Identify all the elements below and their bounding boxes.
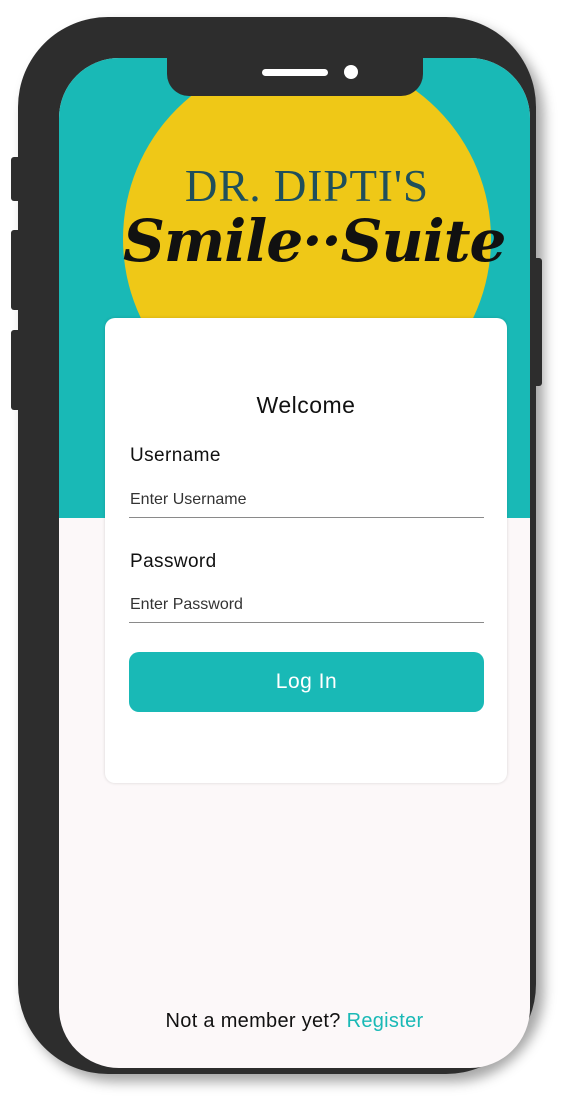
camera-icon <box>344 65 358 79</box>
login-button[interactable]: Log In <box>129 652 484 712</box>
signup-prompt: Not a member yet? Register <box>59 1010 530 1033</box>
logo-title: DR. DIPTI'S <box>184 161 430 211</box>
speaker-icon <box>262 69 328 76</box>
username-label: Username <box>130 445 221 466</box>
password-input[interactable] <box>129 588 484 623</box>
logo-subtitle: Smile··Suite <box>123 207 506 275</box>
signup-prompt-text: Not a member yet? <box>165 1010 341 1032</box>
login-card: Welcome Username Password Log In <box>105 318 507 783</box>
username-input[interactable] <box>129 483 484 518</box>
phone-notch <box>167 58 423 96</box>
password-label: Password <box>130 551 217 572</box>
welcome-heading: Welcome <box>256 392 356 418</box>
app-screen: DR. DIPTI'S Smile··Suite Welcome Usernam… <box>59 58 530 1068</box>
phone-frame: DR. DIPTI'S Smile··Suite Welcome Usernam… <box>18 17 536 1074</box>
register-link[interactable]: Register <box>347 1010 424 1032</box>
